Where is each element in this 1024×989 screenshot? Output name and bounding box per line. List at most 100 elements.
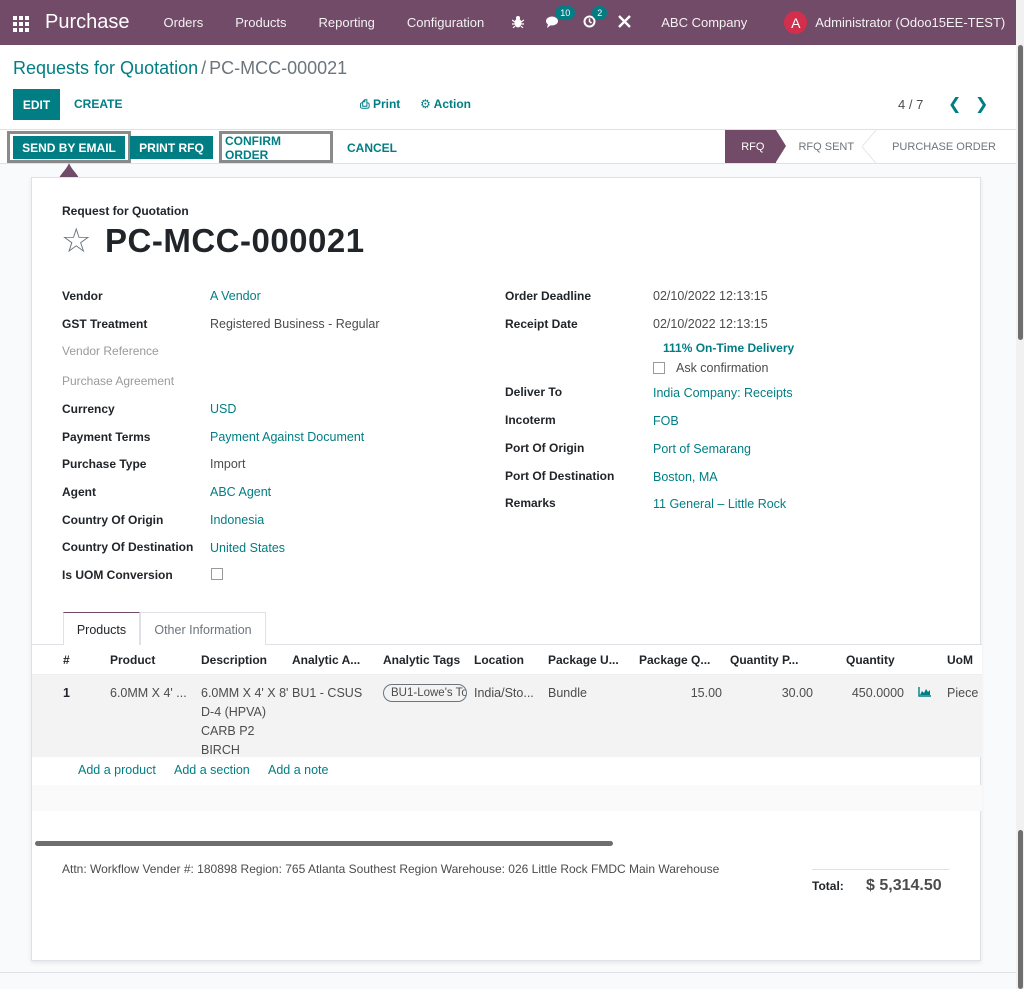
chat-icon[interactable]: 10 <box>546 5 576 31</box>
col-analytic-tags[interactable]: Analytic Tags <box>383 653 460 667</box>
add-section-link[interactable]: Add a section <box>174 763 250 777</box>
order-deadline-label: Order Deadline <box>505 289 592 303</box>
cell-qty-per-package: 30.00 <box>781 686 813 700</box>
pager-previous-icon[interactable]: ❮ <box>948 94 961 114</box>
table-horizontal-scrollbar[interactable] <box>35 841 613 846</box>
action-label: Action <box>433 97 471 111</box>
stage-rfq: RFQ <box>725 130 787 163</box>
remarks-value[interactable]: 11 General – Little Rock <box>653 497 786 511</box>
tools-icon[interactable] <box>618 14 632 31</box>
menu-orders[interactable]: Orders <box>164 15 204 30</box>
vendor-value[interactable]: A Vendor <box>210 289 261 303</box>
cell-uom: Piece <box>947 686 979 700</box>
printer-icon: ⎙ <box>360 97 370 111</box>
payment-terms-label: Payment Terms <box>62 430 151 444</box>
clock-icon[interactable]: 2 <box>583 5 608 31</box>
agent-value[interactable]: ABC Agent <box>210 485 271 499</box>
send-by-email-button[interactable]: SEND BY EMAIL <box>13 136 125 159</box>
port-of-origin-value[interactable]: Port of Semarang <box>653 442 751 456</box>
document-title: PC-MCC-000021 <box>105 222 365 259</box>
cell-description: 6.0MM X 4' X 8' D-4 (HPVA) CARB P2 BIRCH <box>201 686 289 757</box>
col-qty-per-package[interactable]: Quantity P... <box>730 653 798 667</box>
create-button[interactable]: CREATE <box>74 97 122 111</box>
ask-confirmation-checkbox[interactable] <box>653 362 665 374</box>
col-number[interactable]: # <box>63 653 70 667</box>
messages-badge: 10 <box>555 5 576 20</box>
cell-quantity: 450.0000 <box>851 686 904 700</box>
vendor-reference-label: Vendor Reference <box>62 344 159 358</box>
scrollbar-thumb-top[interactable] <box>1018 45 1023 340</box>
port-of-destination-value[interactable]: Boston, MA <box>653 470 718 484</box>
page-scrollbar[interactable] <box>1016 0 1024 989</box>
menu-products[interactable]: Products <box>235 15 286 30</box>
user-menu[interactable]: Administrator (Odoo15EE-TEST) <box>815 15 1005 30</box>
bug-icon[interactable] <box>511 15 525 31</box>
user-avatar[interactable]: A <box>784 11 808 34</box>
tab-other-information[interactable]: Other Information <box>140 612 266 646</box>
app-menu-grid-icon[interactable] <box>13 15 31 32</box>
print-label: Print <box>372 97 401 111</box>
col-analytic-account[interactable]: Analytic A... <box>292 653 360 667</box>
uom-conversion-checkbox[interactable] <box>211 568 223 580</box>
incoterm-label: Incoterm <box>505 413 556 427</box>
table-row[interactable]: 1 6.0MM X 4' ... 6.0MM X 4' X 8' D-4 (HP… <box>32 675 982 757</box>
menu-configuration[interactable]: Configuration <box>407 15 484 30</box>
col-quantity[interactable]: Quantity <box>846 653 895 667</box>
cell-number: 1 <box>63 686 70 700</box>
table-header: # Product Description Analytic A... Anal… <box>32 645 982 675</box>
notebook-tabs: Products Other Information <box>32 610 982 646</box>
add-note-link[interactable]: Add a note <box>268 763 328 777</box>
port-of-destination-label: Port Of Destination <box>505 469 615 483</box>
control-panel: Requests for Quotation / PC-MCC-000021 EDI… <box>0 45 1016 130</box>
payment-terms-value[interactable]: Payment Against Document <box>210 430 364 444</box>
gear-icon: ⚙ <box>420 97 431 111</box>
col-description[interactable]: Description <box>201 653 267 667</box>
breadcrumb-rfq-link[interactable]: Requests for Quotation <box>13 58 198 78</box>
forecast-chart-icon[interactable] <box>918 687 932 697</box>
cell-package-unit: Bundle <box>548 686 587 700</box>
terms-notes: Attn: Workflow Vender #: 180898 Region: … <box>62 862 720 876</box>
receipt-date-value: 02/10/2022 12:13:15 <box>653 317 768 331</box>
col-package-unit[interactable]: Package U... <box>548 653 619 667</box>
country-of-origin-value[interactable]: Indonesia <box>210 513 264 527</box>
agent-label: Agent <box>62 485 96 499</box>
menu-reporting[interactable]: Reporting <box>319 15 375 30</box>
app-name[interactable]: Purchase <box>45 11 130 34</box>
total-label: Total: <box>812 879 844 893</box>
action-dropdown[interactable]: ⚙ Action <box>420 97 471 111</box>
cancel-button[interactable]: CANCEL <box>343 136 401 159</box>
col-location[interactable]: Location <box>474 653 524 667</box>
confirm-order-button[interactable]: CONFIRM ORDER <box>225 134 325 162</box>
purchase-type-label: Purchase Type <box>62 457 147 471</box>
print-rfq-button[interactable]: PRINT RFQ <box>130 136 213 159</box>
bottom-divider <box>0 972 1016 973</box>
scrollbar-thumb-bottom[interactable] <box>1018 830 1023 989</box>
incoterm-value[interactable]: FOB <box>653 414 679 428</box>
star-icon[interactable]: ☆ <box>61 221 91 261</box>
top-navbar: Purchase Orders Products Reporting Confi… <box>0 0 1016 45</box>
company-switcher[interactable]: ABC Company <box>661 15 747 30</box>
cell-package-qty: 15.00 <box>690 686 722 700</box>
port-of-origin-label: Port Of Origin <box>505 441 585 455</box>
receipt-date-label: Receipt Date <box>505 317 578 331</box>
country-of-origin-label: Country Of Origin <box>62 513 164 527</box>
stage-pipeline: RFQ RFQ SENT PURCHASE ORDER <box>725 130 1016 163</box>
edit-button[interactable]: EDIT <box>13 89 60 120</box>
deliver-to-value[interactable]: India Company: Receipts <box>653 386 793 400</box>
total-amount: $ 5,314.50 <box>866 877 942 894</box>
col-product[interactable]: Product <box>110 653 155 667</box>
col-package-qty[interactable]: Package Q... <box>639 653 710 667</box>
col-uom[interactable]: UoM <box>947 653 973 667</box>
vendor-label: Vendor <box>62 289 103 303</box>
systray: 10 2 <box>511 5 653 31</box>
deliver-to-label: Deliver To <box>505 385 563 399</box>
tab-products[interactable]: Products <box>63 612 140 646</box>
country-of-destination-value[interactable]: United States <box>210 541 285 555</box>
activities-badge: 2 <box>592 5 608 20</box>
pager-next-icon[interactable]: ❯ <box>975 94 988 114</box>
analytic-tag-pill: BU1-Lowe's Toy <box>383 684 467 702</box>
add-product-link[interactable]: Add a product <box>78 763 156 777</box>
print-dropdown[interactable]: ⎙ Print <box>360 97 400 112</box>
pager-value[interactable]: 4 / 7 <box>898 97 923 112</box>
currency-value[interactable]: USD <box>210 402 236 416</box>
